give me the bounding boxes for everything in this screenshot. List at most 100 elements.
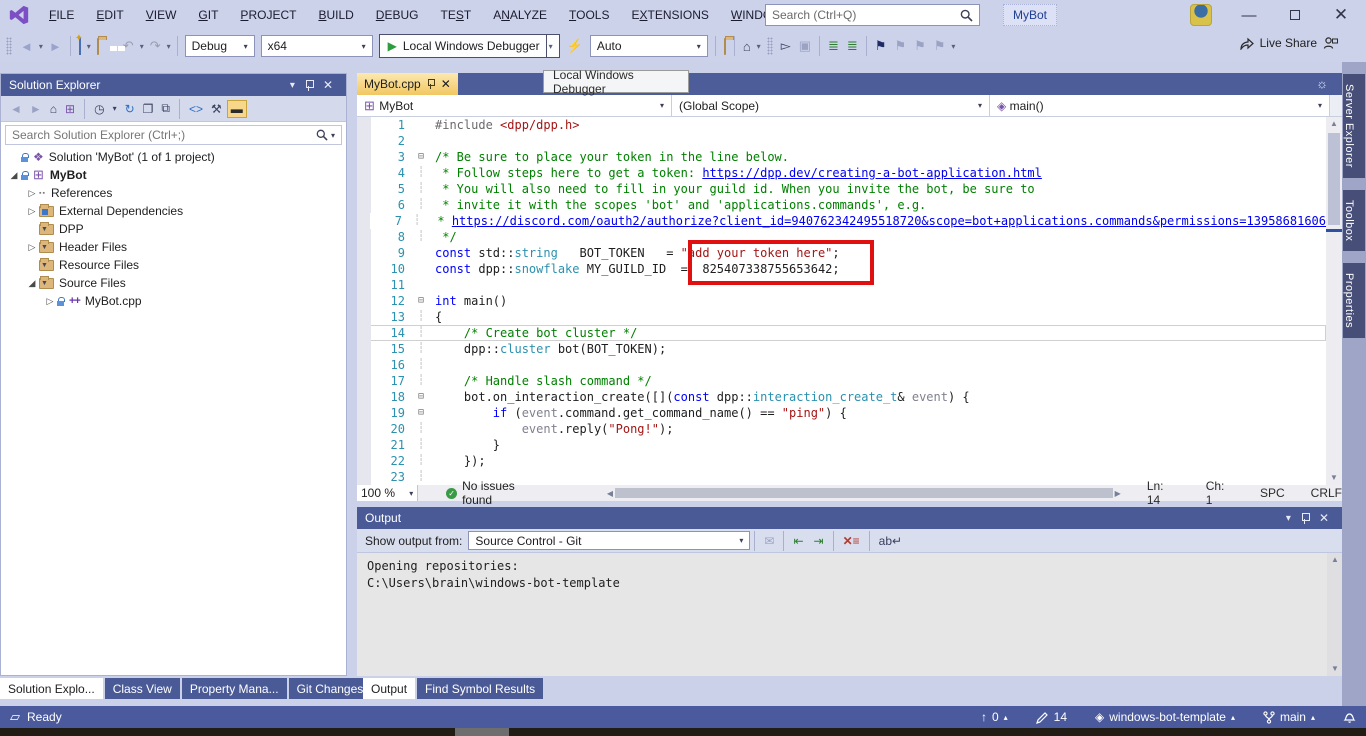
- tree-item-header-files[interactable]: ▷Header Files: [1, 238, 346, 256]
- breakpoint-margin[interactable]: [357, 357, 371, 373]
- panel-tab-find-symbol-results[interactable]: Find Symbol Results: [417, 678, 543, 699]
- code-line-18[interactable]: 18⊟ bot.on_interaction_create([](const d…: [357, 389, 1326, 405]
- code-line-7[interactable]: 7┆ * https://discord.com/oauth2/authoriz…: [357, 213, 1326, 229]
- dropdown-caret-icon[interactable]: ▾: [138, 42, 146, 51]
- branch-picker[interactable]: main ▴: [1263, 710, 1315, 724]
- fold-collapse-icon[interactable]: ⊟: [407, 389, 435, 405]
- breakpoint-margin[interactable]: [357, 405, 371, 421]
- tree-item-mybot-cpp[interactable]: ▷++MyBot.cpp: [1, 292, 346, 310]
- code-line-21[interactable]: 21┆ }: [357, 437, 1326, 453]
- attach-to-process-icon[interactable]: ▻: [777, 35, 795, 57]
- hscroll-left-icon[interactable]: ◀: [607, 489, 613, 498]
- tree-item-resource-files[interactable]: Resource Files: [1, 256, 346, 274]
- pin-tab-icon[interactable]: [427, 79, 435, 89]
- expand-arrow-icon[interactable]: ▷: [43, 296, 57, 307]
- menu-analyze[interactable]: ANALYZE: [482, 4, 558, 26]
- scroll-up-icon[interactable]: ▲: [1327, 553, 1343, 567]
- code-line-1[interactable]: 1#include <dpp/dpp.h>: [357, 117, 1326, 133]
- tool-tab-solution-explo-[interactable]: Solution Explo...: [0, 678, 103, 699]
- incoming-commits[interactable]: ↑ 0 ▴: [981, 710, 1008, 724]
- code-line-13[interactable]: 13┆{: [357, 309, 1326, 325]
- dropdown-caret-icon[interactable]: ▾: [949, 42, 957, 51]
- breakpoint-margin[interactable]: [357, 117, 371, 133]
- code-line-16[interactable]: 16┆: [357, 357, 1326, 373]
- dropdown-caret-icon[interactable]: ▾: [85, 42, 93, 51]
- expand-arrow-icon[interactable]: ▷: [25, 206, 39, 217]
- menu-extensions[interactable]: EXTENSIONS: [620, 4, 719, 26]
- pending-edits[interactable]: 14: [1036, 710, 1067, 724]
- toolbar-grip[interactable]: [6, 37, 12, 55]
- breakpoint-margin[interactable]: [357, 277, 371, 293]
- breakpoint-margin[interactable]: [357, 165, 371, 181]
- settings-gear-icon[interactable]: ☼: [1316, 76, 1328, 91]
- scroll-up-icon[interactable]: ▲: [1326, 117, 1342, 131]
- close-icon[interactable]: ✕: [1314, 511, 1334, 525]
- side-tab-server-explorer[interactable]: Server Explorer: [1343, 74, 1365, 178]
- back-icon[interactable]: ◄: [7, 101, 25, 117]
- breakpoint-margin[interactable]: [357, 389, 371, 405]
- menu-test[interactable]: TEST: [429, 4, 482, 26]
- scroll-down-icon[interactable]: ▼: [1326, 471, 1342, 485]
- breakpoint-margin[interactable]: [357, 437, 371, 453]
- breakpoint-margin[interactable]: [357, 213, 370, 229]
- fold-collapse-icon[interactable]: ⊟: [407, 149, 435, 165]
- tree-item-external-dependencies[interactable]: ▷External Dependencies: [1, 202, 346, 220]
- open-file-icon[interactable]: [93, 36, 103, 57]
- pin-icon[interactable]: [305, 80, 313, 91]
- pin-icon[interactable]: [1301, 513, 1309, 524]
- filter-caret-icon[interactable]: ▾: [110, 103, 120, 114]
- preview-selected-toggle[interactable]: ▬: [227, 100, 247, 118]
- code-line-20[interactable]: 20┆ event.reply("Pong!");: [357, 421, 1326, 437]
- toolbar-grip[interactable]: [767, 37, 773, 55]
- breakpoint-margin[interactable]: [357, 149, 371, 165]
- breakpoint-margin[interactable]: [357, 421, 371, 437]
- close-tab-icon[interactable]: ✕: [441, 77, 451, 91]
- tree-item-solution-mybot-1-of-1-project-[interactable]: ❖Solution 'MyBot' (1 of 1 project): [1, 148, 346, 166]
- menu-build[interactable]: BUILD: [307, 4, 364, 26]
- scrollbar-thumb[interactable]: [1328, 133, 1340, 225]
- menu-edit[interactable]: EDIT: [85, 4, 134, 26]
- nav-project-dropdown[interactable]: ⊞ MyBot▾: [357, 95, 672, 116]
- window-position-icon[interactable]: ▾: [1281, 513, 1296, 524]
- bookmark-icon[interactable]: ⚑: [871, 35, 891, 57]
- menu-git[interactable]: GIT: [187, 4, 229, 26]
- close-icon[interactable]: ✕: [318, 78, 338, 92]
- menu-debug[interactable]: DEBUG: [365, 4, 430, 26]
- view-code-icon[interactable]: <>: [186, 101, 206, 117]
- editor-vertical-scrollbar[interactable]: ▲ ▼: [1326, 117, 1342, 485]
- pending-changes-filter-icon[interactable]: ◷: [91, 101, 107, 117]
- health-check-icon[interactable]: ✓: [446, 488, 457, 499]
- code-line-14[interactable]: 14┆ /* Create bot cluster */: [357, 325, 1326, 341]
- home-icon[interactable]: ⌂: [47, 101, 60, 117]
- code-editor[interactable]: 1#include <dpp/dpp.h>23⊟/* Be sure to pl…: [357, 117, 1326, 485]
- menu-tools[interactable]: TOOLS: [558, 4, 620, 26]
- save-icon[interactable]: [103, 43, 111, 49]
- tree-item-mybot[interactable]: ◢⊞MyBot: [1, 166, 346, 184]
- nest-files-icon[interactable]: ❐: [140, 101, 157, 117]
- code-line-2[interactable]: 2: [357, 133, 1326, 149]
- start-debugging-button[interactable]: ▶Local Windows Debugger▾: [379, 34, 560, 58]
- solution-explorer-search[interactable]: Search Solution Explorer (Ctrl+;) ▾: [5, 125, 342, 145]
- dropdown-caret-icon[interactable]: ▾: [547, 42, 555, 51]
- window-position-icon[interactable]: ▾: [285, 80, 300, 91]
- split-editor-handle[interactable]: [1330, 95, 1342, 116]
- nav-forward-icon[interactable]: ►: [45, 36, 66, 57]
- breakpoint-margin[interactable]: [357, 181, 371, 197]
- dropdown-caret-icon[interactable]: ▾: [37, 42, 45, 51]
- side-tab-properties[interactable]: Properties: [1343, 263, 1365, 338]
- home-icon[interactable]: ⌂: [739, 36, 755, 57]
- menu-file[interactable]: FILE: [38, 4, 85, 26]
- tab-mybot-cpp[interactable]: MyBot.cpp ✕: [357, 73, 458, 95]
- scroll-down-icon[interactable]: ▼: [1327, 662, 1343, 676]
- code-line-17[interactable]: 17┆ /* Handle slash command */: [357, 373, 1326, 389]
- tree-item-dpp[interactable]: DPP: [1, 220, 346, 238]
- restore-button[interactable]: [1272, 0, 1318, 30]
- solution-config-dropdown[interactable]: Debug▾: [185, 35, 255, 57]
- code-line-12[interactable]: 12⊟int main(): [357, 293, 1326, 309]
- tree-item-references[interactable]: ▷▪▪References: [1, 184, 346, 202]
- breakpoint-margin[interactable]: [357, 325, 371, 341]
- solution-explorer-header[interactable]: Solution Explorer ▾ ✕: [1, 74, 346, 96]
- code-line-19[interactable]: 19⊟ if (event.command.get_command_name()…: [357, 405, 1326, 421]
- previous-message-icon[interactable]: ⇤: [788, 534, 808, 548]
- breakpoint-margin[interactable]: [357, 229, 371, 245]
